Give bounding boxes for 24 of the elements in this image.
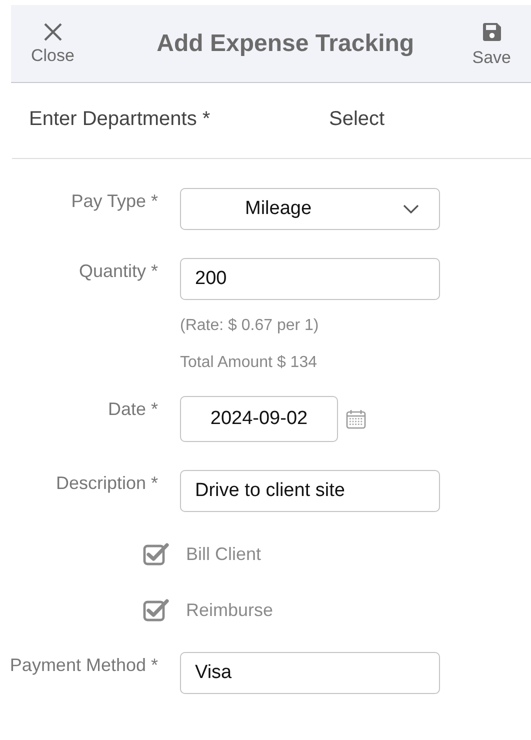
window-title: Add Expense Tracking — [156, 30, 414, 58]
departments-select[interactable]: Select — [329, 108, 385, 131]
chevron-down-icon — [403, 204, 419, 214]
field-label: Date * — [106, 398, 159, 421]
field-label: Description * — [54, 472, 159, 495]
checked-checkbox[interactable] — [143, 542, 169, 566]
checkbox-label: Bill Client — [186, 544, 262, 564]
departments-label: Enter Departments * — [29, 108, 212, 131]
select-field[interactable]: Mileage — [180, 188, 440, 230]
note-text: (Rate: $ 0.67 per 1) — [180, 317, 320, 335]
save-button[interactable]: Save — [472, 20, 511, 68]
date-field[interactable]: 2024-09-02 — [180, 396, 338, 442]
checkbox-label: Reimburse — [186, 600, 274, 620]
field-label: Payment Method * — [8, 654, 159, 677]
input-field[interactable]: Visa — [180, 652, 440, 694]
input-field[interactable]: Drive to client site — [180, 470, 440, 512]
checked-checkbox[interactable] — [143, 598, 169, 622]
field-label: Quantity * — [78, 260, 159, 283]
close-icon — [42, 22, 63, 42]
field-label: Pay Type * — [70, 190, 159, 213]
note-text: Total Amount $ 134 — [180, 354, 318, 372]
input-field[interactable]: 200 — [180, 258, 440, 300]
close-button[interactable]: Close — [31, 22, 74, 66]
calendar-icon[interactable] — [346, 409, 366, 429]
